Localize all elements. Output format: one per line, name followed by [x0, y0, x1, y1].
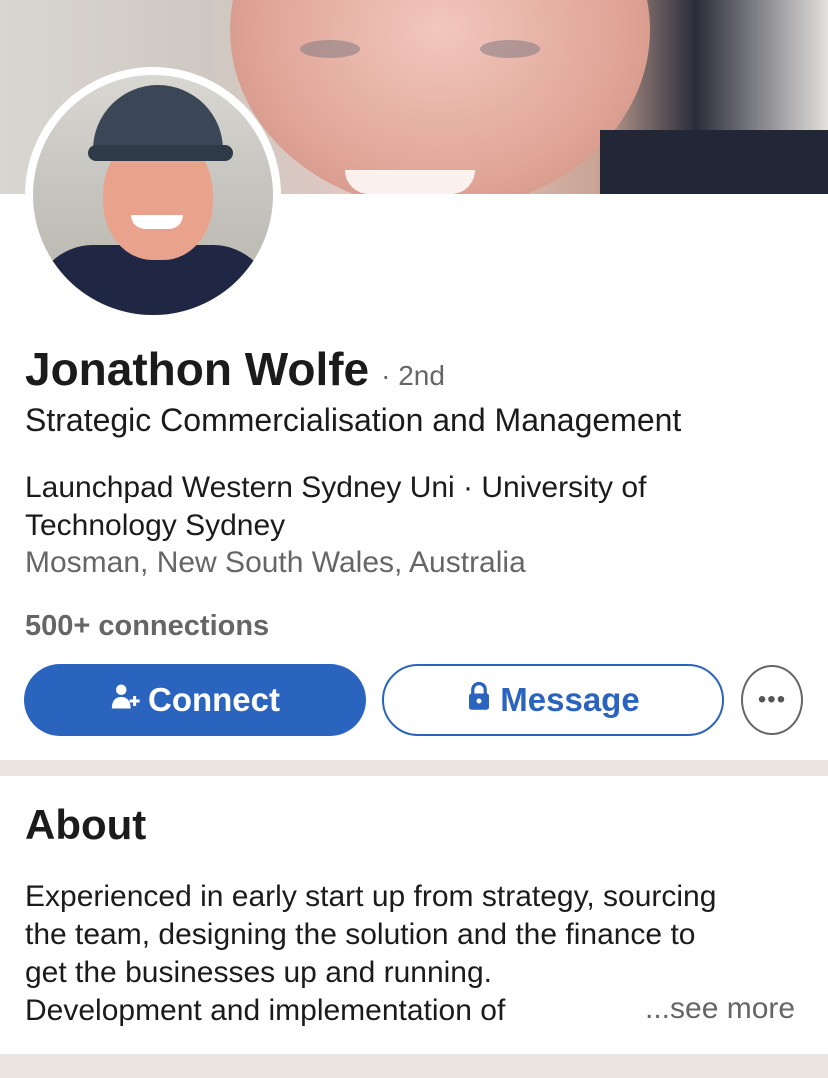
more-options-button[interactable]: •••	[741, 665, 803, 735]
avatar[interactable]	[25, 67, 281, 323]
profile-location: Mosman, New South Wales, Australia	[25, 546, 526, 579]
name-row: Jonathon Wolfe · 2nd	[25, 342, 445, 396]
message-label: Message	[500, 681, 640, 718]
about-line: get the businesses up and running.	[25, 956, 493, 989]
about-line: Experienced in early start up from strat…	[25, 880, 717, 913]
section-divider	[0, 760, 828, 776]
about-heading: About	[25, 801, 147, 848]
more-dots-icon: •••	[757, 686, 787, 713]
avatar-smile	[131, 215, 183, 229]
cover-eye-left	[300, 40, 360, 58]
profile-name: Jonathon Wolfe	[25, 343, 370, 395]
cover-shirt	[600, 130, 828, 194]
cover-eye-right	[480, 40, 540, 58]
add-person-icon	[110, 681, 140, 719]
connections-count[interactable]: 500+ connections	[25, 610, 269, 643]
connect-button[interactable]: Connect	[24, 664, 366, 736]
message-button[interactable]: Message	[382, 664, 724, 736]
cover-face	[230, 0, 650, 194]
avatar-photo	[33, 75, 273, 315]
connection-degree: · 2nd	[381, 360, 445, 391]
profile-headline: Strategic Commercialisation and Manageme…	[25, 402, 682, 438]
lock-icon	[466, 681, 492, 719]
connect-label: Connect	[148, 681, 280, 718]
see-more-link[interactable]: ...see more	[645, 992, 795, 1026]
section-divider-bottom	[0, 1054, 828, 1078]
about-line: the team, designing the solution and the…	[25, 918, 696, 951]
profile-education: Launchpad Western Sydney Uni · Universit…	[25, 471, 647, 542]
cover-mouth	[345, 170, 475, 194]
avatar-cap-brim	[88, 145, 233, 161]
